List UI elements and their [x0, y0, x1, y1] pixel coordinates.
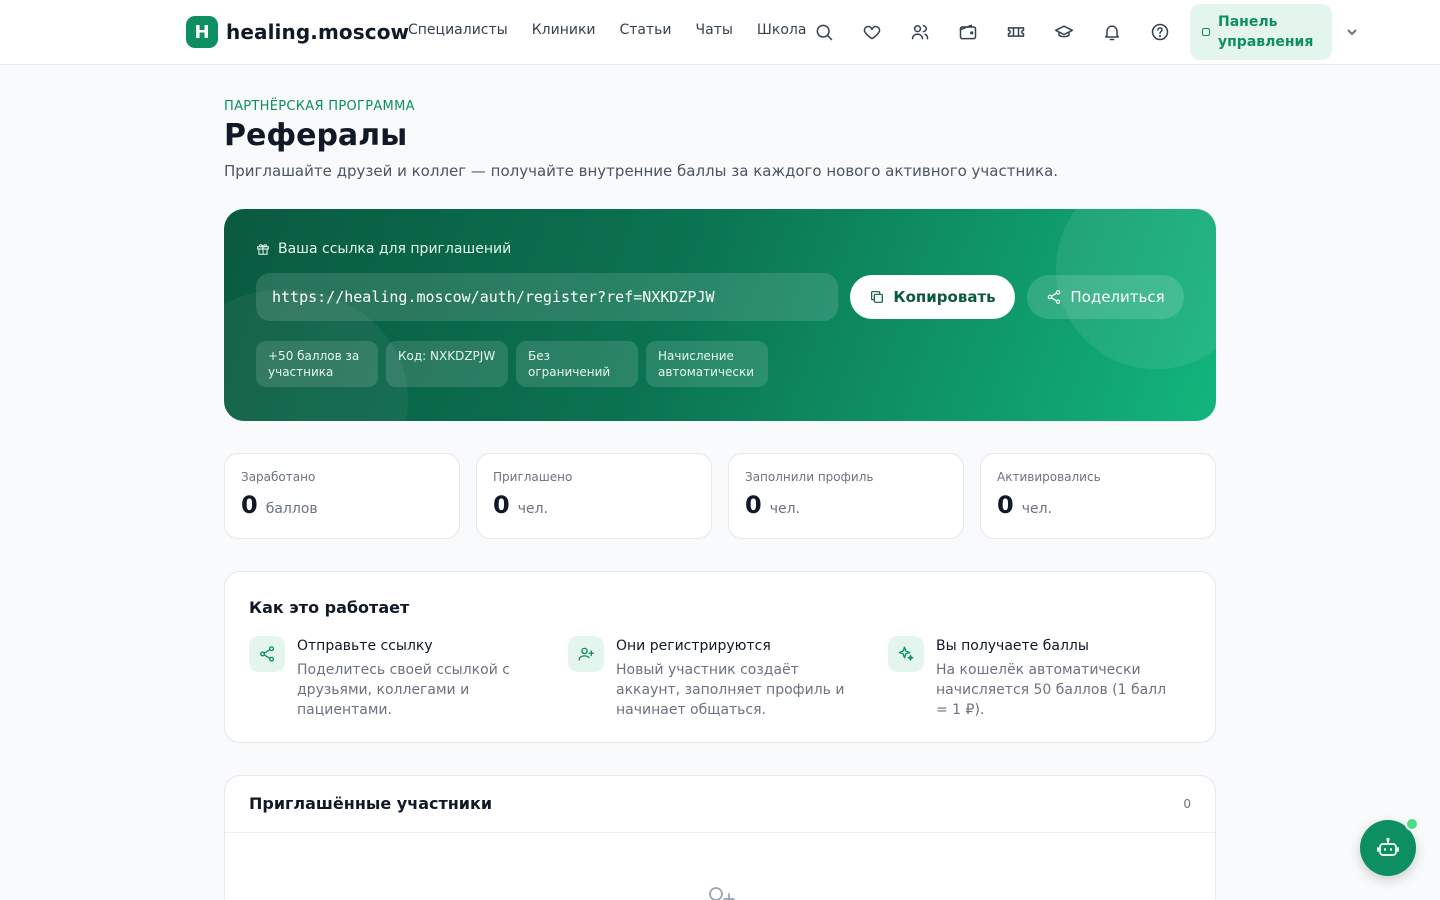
stat-value: 0 чел.	[997, 491, 1052, 519]
stat-number: 0	[493, 491, 510, 519]
stat-number: 0	[997, 491, 1014, 519]
page-subtitle: Приглашайте друзей и коллег — получайте …	[224, 162, 1059, 180]
user-plus-icon	[568, 636, 604, 672]
chip-no-limits: Без ограничений	[516, 341, 638, 387]
heart-icon[interactable]	[860, 20, 884, 44]
help-icon[interactable]	[1148, 20, 1172, 44]
share-icon	[249, 636, 285, 672]
header-icons	[812, 20, 1172, 44]
stat-card-invited: Приглашено 0 чел.	[476, 453, 712, 539]
stat-number: 0	[745, 491, 762, 519]
user-plus-icon	[703, 880, 737, 900]
sparkles-icon	[888, 636, 924, 672]
referral-link-label: Ваша ссылка для приглашений	[256, 241, 511, 257]
nav-item-school[interactable]: Школа	[757, 22, 807, 38]
stat-unit: чел.	[1021, 501, 1052, 517]
stat-card-activated: Активировались 0 чел.	[980, 453, 1216, 539]
share-icon	[1048, 290, 1061, 304]
logo[interactable]: H healing.moscow	[186, 16, 409, 48]
copy-button[interactable]: Копировать	[850, 275, 1015, 319]
chip-referral-code: Код: NXKDZPJW	[386, 341, 508, 387]
stat-card-earned: Заработано 0 баллов	[224, 453, 460, 539]
referral-link-field[interactable]: https://healing.moscow/auth/register?ref…	[256, 273, 838, 321]
stat-label: Заработано	[241, 470, 316, 484]
nav-item-chats[interactable]: Чаты	[696, 22, 733, 38]
stat-label: Активировались	[997, 470, 1101, 484]
users-icon[interactable]	[908, 20, 932, 44]
search-icon[interactable]	[812, 20, 836, 44]
invited-title: Приглашённые участники	[249, 794, 493, 813]
nav-item-articles[interactable]: Статьи	[620, 22, 672, 38]
chevron-down-icon[interactable]	[1344, 24, 1360, 40]
how-it-works-card: Как это работает Отправьте ссылку Подели…	[224, 571, 1216, 743]
bell-icon[interactable]	[1100, 20, 1124, 44]
invited-count: 0	[1183, 797, 1191, 811]
referral-link-card: Ваша ссылка для приглашений https://heal…	[224, 209, 1216, 421]
wallet-icon[interactable]	[956, 20, 980, 44]
nav-item-specialists[interactable]: Специалисты	[408, 22, 508, 38]
graduation-cap-icon[interactable]	[1052, 20, 1076, 44]
gift-icon	[257, 244, 269, 255]
step-title: Вы получаете баллы	[936, 638, 1089, 654]
chip-points-per-user: +50 баллов за участника	[256, 341, 378, 387]
step-description: На кошелёк автоматически начисляется 50 …	[936, 662, 1167, 718]
page-eyebrow: ПАРТНЁРСКАЯ ПРОГРАММА	[224, 99, 415, 114]
stat-label: Заполнили профиль	[745, 470, 874, 484]
copy-button-label: Копировать	[893, 288, 996, 306]
share-button[interactable]: Поделиться	[1027, 275, 1184, 319]
stat-value: 0 чел.	[493, 491, 548, 519]
invited-participants-card: Приглашённые участники 0	[224, 775, 1216, 900]
step-description: Поделитесь своей ссылкой с друзьями, кол…	[297, 662, 510, 718]
stat-unit: чел.	[769, 501, 800, 517]
logo-badge: H	[186, 16, 218, 48]
copy-icon	[871, 291, 884, 303]
online-status-dot	[1405, 817, 1419, 831]
step-title: Они регистрируются	[616, 638, 771, 654]
dashboard-button[interactable]: Панель управления	[1190, 4, 1332, 60]
stat-unit: чел.	[517, 501, 548, 517]
stat-card-profile-filled: Заполнили профиль 0 чел.	[728, 453, 964, 539]
bot-icon	[1377, 837, 1399, 856]
stat-unit: баллов	[265, 501, 318, 517]
chip-auto-accrual: Начисление автоматически	[646, 341, 768, 387]
dashboard-icon	[1202, 28, 1210, 36]
step-description: Новый участник создаёт аккаунт, заполняе…	[616, 662, 845, 718]
stat-value: 0 чел.	[745, 491, 800, 519]
stat-label: Приглашено	[493, 470, 573, 484]
how-it-works-title: Как это работает	[249, 598, 410, 617]
logo-text: healing.moscow	[226, 20, 410, 44]
main-nav: Специалисты Клиники Статьи Чаты Школа	[408, 22, 806, 38]
page-title: Рефералы	[224, 118, 408, 153]
top-header: H healing.moscow Специалисты Клиники Ста…	[0, 0, 1440, 65]
dashboard-button-label: Панель управления	[1218, 14, 1314, 50]
ticket-icon[interactable]	[1004, 20, 1028, 44]
referral-link-label-text: Ваша ссылка для приглашений	[278, 241, 512, 257]
step-title: Отправьте ссылку	[297, 638, 433, 654]
nav-item-clinics[interactable]: Клиники	[532, 22, 596, 38]
stat-number: 0	[241, 491, 258, 519]
share-button-label: Поделиться	[1070, 288, 1165, 306]
referral-chips: +50 баллов за участника Код: NXKDZPJW Бе…	[256, 341, 768, 387]
stat-value: 0 баллов	[241, 491, 318, 519]
invited-header: Приглашённые участники 0	[225, 776, 1215, 833]
